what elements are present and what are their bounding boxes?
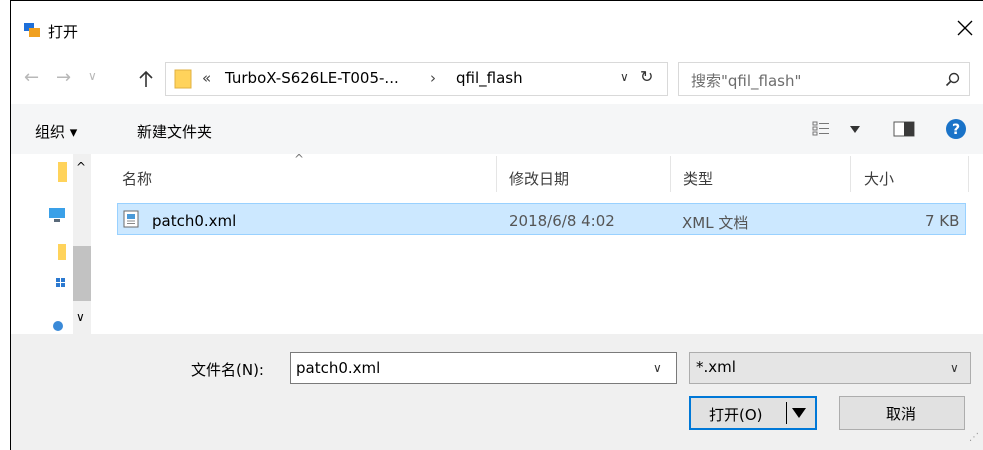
column-divider[interactable]: [968, 156, 969, 192]
split-divider: [786, 402, 787, 424]
windows-drive-icon[interactable]: [56, 278, 66, 288]
xml-file-icon: [123, 210, 139, 228]
breadcrumb-overflow[interactable]: «: [202, 69, 211, 87]
close-icon[interactable]: [955, 18, 975, 38]
breadcrumb-segment-qfil-flash[interactable]: qfil_flash: [456, 69, 523, 87]
breadcrumb-segment-turbox[interactable]: TurboX-S626LE-T005-...: [225, 69, 399, 87]
back-arrow-icon[interactable]: ←: [24, 67, 39, 88]
window-title: 打开: [48, 23, 79, 41]
folder-icon: [174, 69, 192, 89]
column-header-size[interactable]: 大小: [864, 168, 894, 189]
navigation-pane-scroll-thumb[interactable]: [73, 246, 91, 301]
file-name: patch0.xml: [152, 212, 237, 230]
cancel-button-label: 取消: [886, 405, 917, 423]
address-dropdown-chevron-icon[interactable]: ∨: [620, 70, 629, 84]
breadcrumb-separator: ›: [430, 69, 436, 87]
open-dropdown-arrow-icon[interactable]: [792, 407, 806, 419]
sort-ascending-icon: ^: [294, 152, 305, 166]
filetype-select[interactable]: *.xml ∨: [689, 352, 971, 384]
view-dropdown-icon[interactable]: [850, 126, 860, 134]
address-bar[interactable]: « TurboX-S626LE-T005-... › qfil_flash ∨ …: [165, 62, 668, 96]
search-icon[interactable]: [945, 72, 960, 87]
column-header-name[interactable]: 名称: [122, 168, 152, 189]
organize-menu[interactable]: 组织 ▾: [35, 121, 77, 142]
column-divider[interactable]: [850, 156, 851, 192]
resize-grip-icon[interactable]: ⋰: [969, 432, 979, 443]
file-date: 2018/6/8 4:02: [509, 212, 615, 230]
preview-pane-icon[interactable]: [893, 120, 915, 138]
quick-access-folder-icon[interactable]: [57, 162, 67, 182]
file-row[interactable]: patch0.xml 2018/6/8 4:02 XML 文档 7 KB: [117, 203, 966, 235]
column-header-date[interactable]: 修改日期: [509, 168, 569, 189]
help-icon[interactable]: ?: [945, 118, 967, 140]
filename-input[interactable]: patch0.xml ∨: [290, 352, 677, 384]
navigation-pane-scrollbar[interactable]: [73, 154, 91, 334]
column-divider[interactable]: [670, 156, 671, 192]
search-box[interactable]: 搜索"qfil_flash": [678, 62, 970, 96]
view-options-icon[interactable]: [812, 121, 830, 137]
column-header-type[interactable]: 类型: [683, 168, 713, 189]
scroll-down-icon[interactable]: ∨: [76, 310, 85, 324]
cancel-button[interactable]: 取消: [839, 396, 965, 430]
search-placeholder: 搜索"qfil_flash": [691, 72, 802, 90]
recent-locations-chevron-icon[interactable]: ∨: [88, 69, 97, 83]
refresh-icon[interactable]: ↻: [640, 67, 653, 86]
filename-history-chevron-icon[interactable]: ∨: [653, 361, 662, 375]
forward-arrow-icon[interactable]: →: [56, 67, 71, 88]
file-size: 7 KB: [925, 212, 960, 230]
scroll-up-icon[interactable]: ^: [76, 160, 86, 174]
column-divider[interactable]: [496, 156, 497, 192]
open-button-label: 打开(O): [709, 406, 763, 424]
new-folder-button[interactable]: 新建文件夹: [137, 121, 212, 142]
app-icon: [24, 23, 40, 37]
filename-value: patch0.xml: [296, 359, 381, 377]
up-arrow-icon[interactable]: [138, 70, 154, 88]
filetype-chevron-icon: ∨: [950, 361, 959, 375]
network-icon[interactable]: [52, 320, 64, 332]
filetype-value: *.xml: [696, 358, 736, 376]
filename-label: 文件名(N):: [191, 361, 264, 379]
open-button[interactable]: 打开(O): [689, 396, 817, 430]
svg-text:?: ?: [952, 122, 960, 138]
folder-icon[interactable]: [58, 244, 66, 260]
file-type: XML 文档: [682, 214, 749, 232]
this-pc-icon[interactable]: [48, 207, 66, 223]
